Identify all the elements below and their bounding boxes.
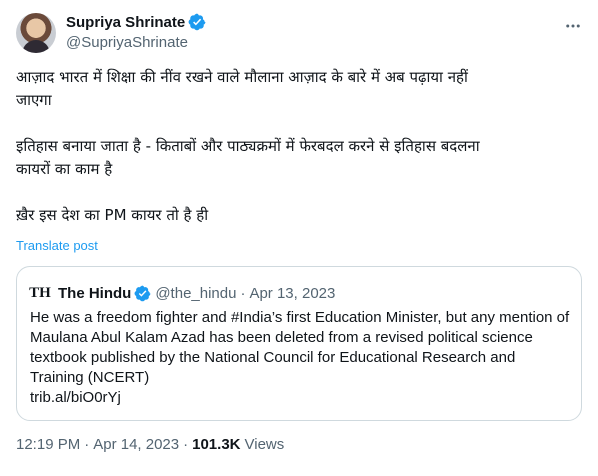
- quoted-tweet-header: TH The Hindu @the_hindu · Apr 13, 2023: [29, 283, 335, 303]
- more-options-icon: [566, 24, 580, 28]
- the-hindu-logo-icon[interactable]: TH: [29, 283, 51, 303]
- quoted-author-handle[interactable]: @the_hindu: [155, 285, 236, 302]
- avatar-shirt: [22, 40, 50, 53]
- quote-logo-text: TH: [29, 284, 51, 301]
- quoted-tweet-text: He was a freedom fighter and #India’s fi…: [30, 308, 570, 408]
- quoted-author-name[interactable]: The Hindu: [58, 285, 131, 302]
- footer-separator: ·: [84, 436, 90, 453]
- more-options-button[interactable]: [559, 12, 587, 40]
- tweet-paragraph-1: आज़ाद भारत में शिक्षा की नींव रखने वाले …: [16, 68, 468, 109]
- author-block: Supriya Shrinate @SupriyaShrinate: [66, 12, 206, 51]
- author-handle[interactable]: @SupriyaShrinate: [66, 34, 206, 51]
- quoted-date[interactable]: Apr 13, 2023: [249, 285, 335, 302]
- tweet-text: आज़ाद भारत में शिक्षा की नींव रखने वाले …: [16, 66, 576, 227]
- verified-badge-icon: [188, 13, 206, 31]
- quoted-tweet[interactable]: TH The Hindu @the_hindu · Apr 13, 2023 H…: [16, 266, 582, 421]
- post-date[interactable]: Apr 14, 2023: [93, 436, 179, 453]
- quoted-meta-separator: ·: [240, 284, 246, 302]
- tweet-footer: 12:19 PM · Apr 14, 2023 · 101.3K Views: [16, 436, 284, 453]
- views-count[interactable]: 101.3K: [192, 436, 240, 453]
- post-time[interactable]: 12:19 PM: [16, 436, 80, 453]
- footer-separator-2: ·: [183, 436, 189, 453]
- tweet-paragraph-3: ख़ैर इस देश का PM कायर तो है ही: [16, 206, 209, 224]
- author-display-name[interactable]: Supriya Shrinate: [66, 14, 185, 31]
- translate-post-link[interactable]: Translate post: [16, 238, 98, 253]
- name-row: Supriya Shrinate: [66, 12, 206, 32]
- tweet: Supriya Shrinate @SupriyaShrinate आज़ाद …: [0, 0, 598, 476]
- avatar[interactable]: [16, 13, 56, 53]
- quoted-body: He was a freedom fighter and #India’s fi…: [30, 309, 570, 386]
- views-label: Views: [244, 436, 285, 453]
- quoted-link[interactable]: trib.al/biO0rYj: [30, 388, 570, 408]
- tweet-paragraph-2: इतिहास बनाया जाता है - किताबों और पाठ्यक…: [16, 137, 480, 178]
- verified-badge-icon: [134, 285, 151, 301]
